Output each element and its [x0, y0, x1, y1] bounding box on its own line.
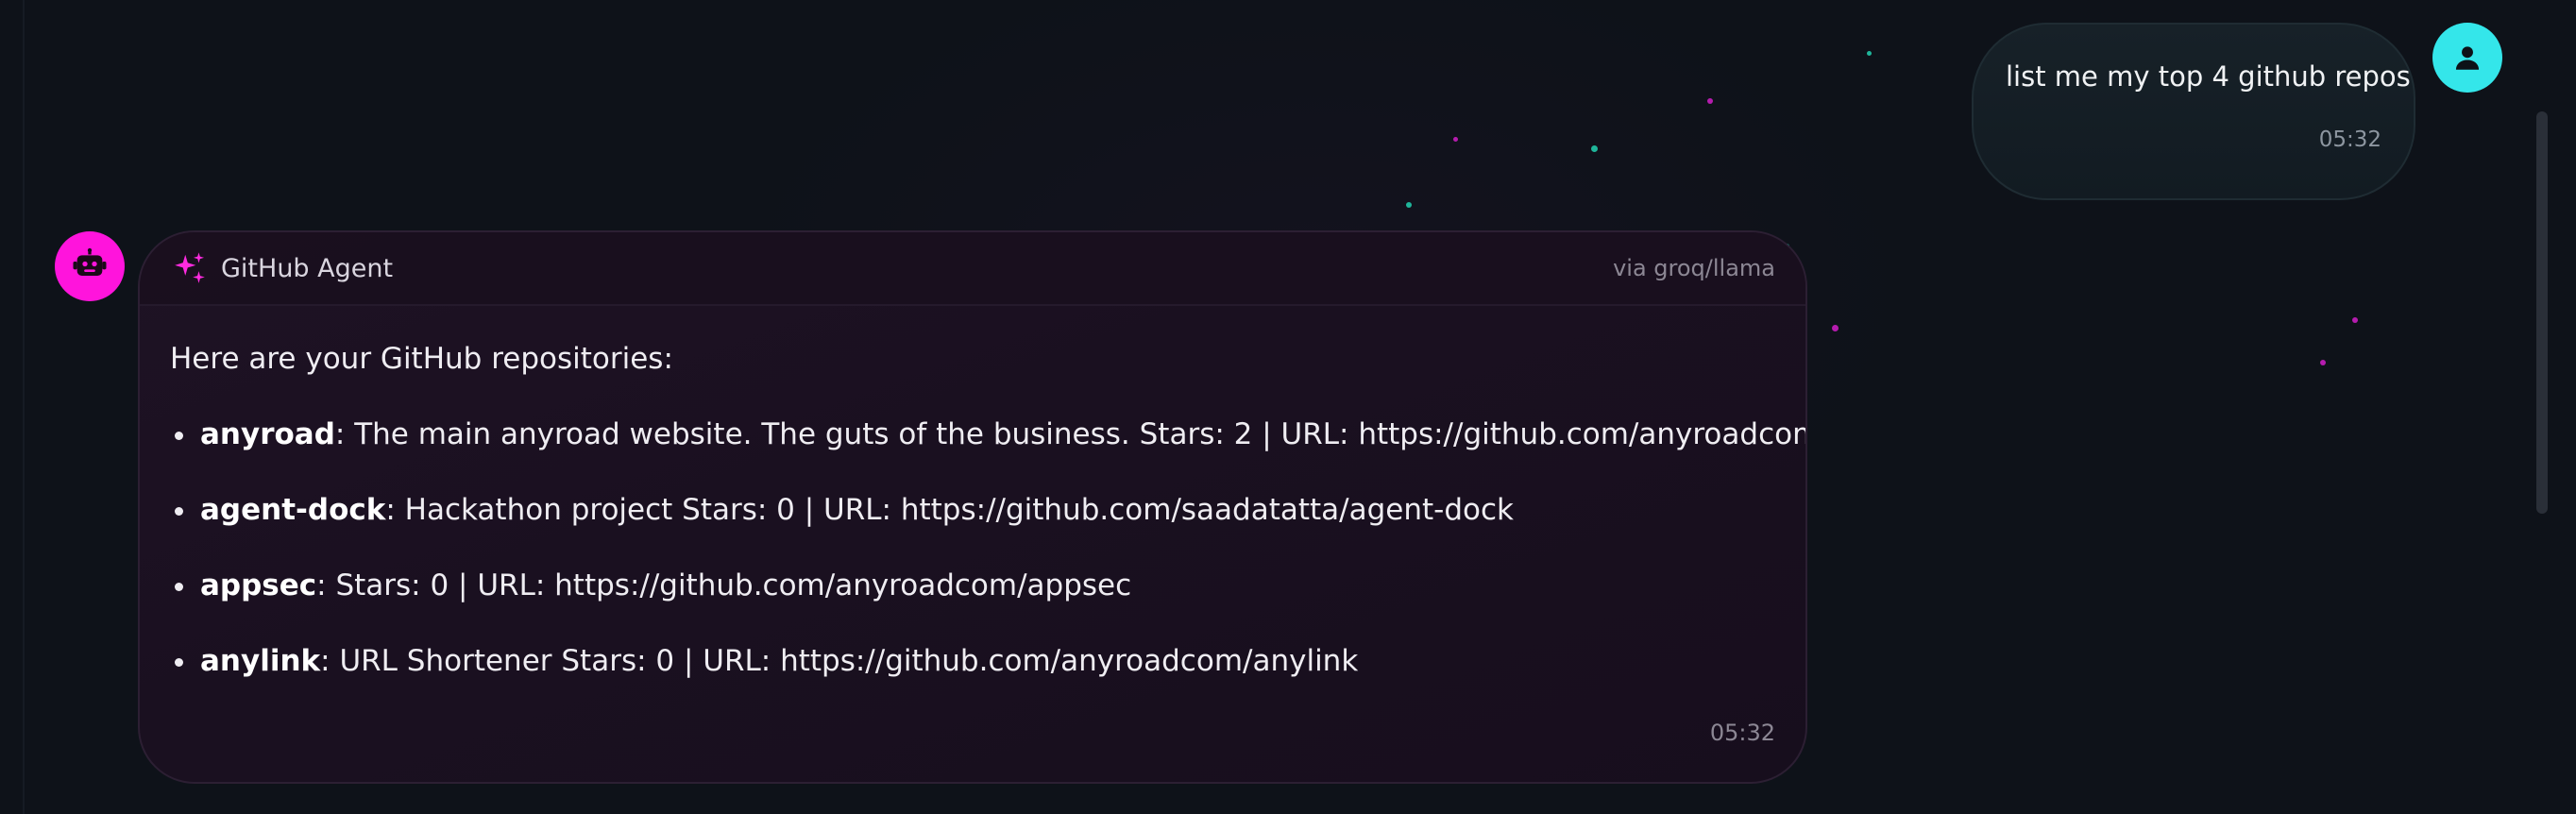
- agent-avatar: [55, 231, 125, 301]
- sparkle-dot: [1707, 98, 1713, 104]
- repo-name: anylink: [200, 644, 321, 678]
- repo-name: appsec: [200, 568, 317, 602]
- repo-description: : URL Shortener Stars: 0 | URL: https://…: [320, 644, 1359, 678]
- repo-description: : Stars: 0 | URL: https://github.com/any…: [316, 568, 1132, 602]
- user-avatar: [2432, 23, 2502, 93]
- list-item: appsec: Stars: 0 | URL: https://github.c…: [170, 567, 1775, 604]
- user-message-bubble: list me my top 4 github repos 05:32: [1972, 23, 2415, 200]
- chat-view: list me my top 4 github repos 05:32 GitH…: [0, 0, 2576, 814]
- repo-name: anyroad: [200, 417, 335, 451]
- agent-message-intro: Here are your GitHub repositories:: [170, 342, 673, 376]
- scrollbar-thumb[interactable]: [2536, 111, 2548, 514]
- sparkle-dot: [2320, 360, 2326, 365]
- repo-description: : Hackathon project Stars: 0 | URL: http…: [385, 493, 1514, 527]
- list-item: anylink: URL Shortener Stars: 0 | URL: h…: [170, 642, 1775, 680]
- robot-icon: [73, 247, 107, 276]
- sparkle-dot: [2352, 317, 2358, 323]
- left-divider: [23, 0, 25, 814]
- repo-name: agent-dock: [200, 493, 386, 527]
- repo-description: : The main anyroad website. The guts of …: [334, 417, 1807, 451]
- sparkle-dot: [1591, 145, 1598, 152]
- sparkle-dot: [1453, 137, 1458, 142]
- agent-name: GitHub Agent: [221, 253, 394, 283]
- user-icon: [2455, 46, 2480, 70]
- sparkles-icon: [175, 252, 205, 283]
- agent-message-bubble: GitHub Agent via groq/llama Here are you…: [138, 230, 1807, 784]
- list-item: agent-dock: Hackathon project Stars: 0 |…: [170, 491, 1775, 529]
- sparkle-dot: [1406, 202, 1412, 208]
- agent-message-header: GitHub Agent via groq/llama: [140, 232, 1805, 306]
- repo-list: anyroad: The main anyroad website. The g…: [170, 415, 1805, 680]
- sparkle-dot: [1867, 51, 1872, 56]
- list-item: anyroad: The main anyroad website. The g…: [170, 415, 1805, 453]
- model-label: via groq/llama: [1613, 255, 1775, 281]
- agent-message-time: 05:32: [1709, 720, 1775, 746]
- user-message-text: list me my top 4 github repos: [2006, 60, 2411, 93]
- sparkle-dot: [1832, 325, 1839, 331]
- agent-message-body: Here are your GitHub repositories: anyro…: [140, 306, 1805, 680]
- user-message-time: 05:32: [2318, 127, 2381, 152]
